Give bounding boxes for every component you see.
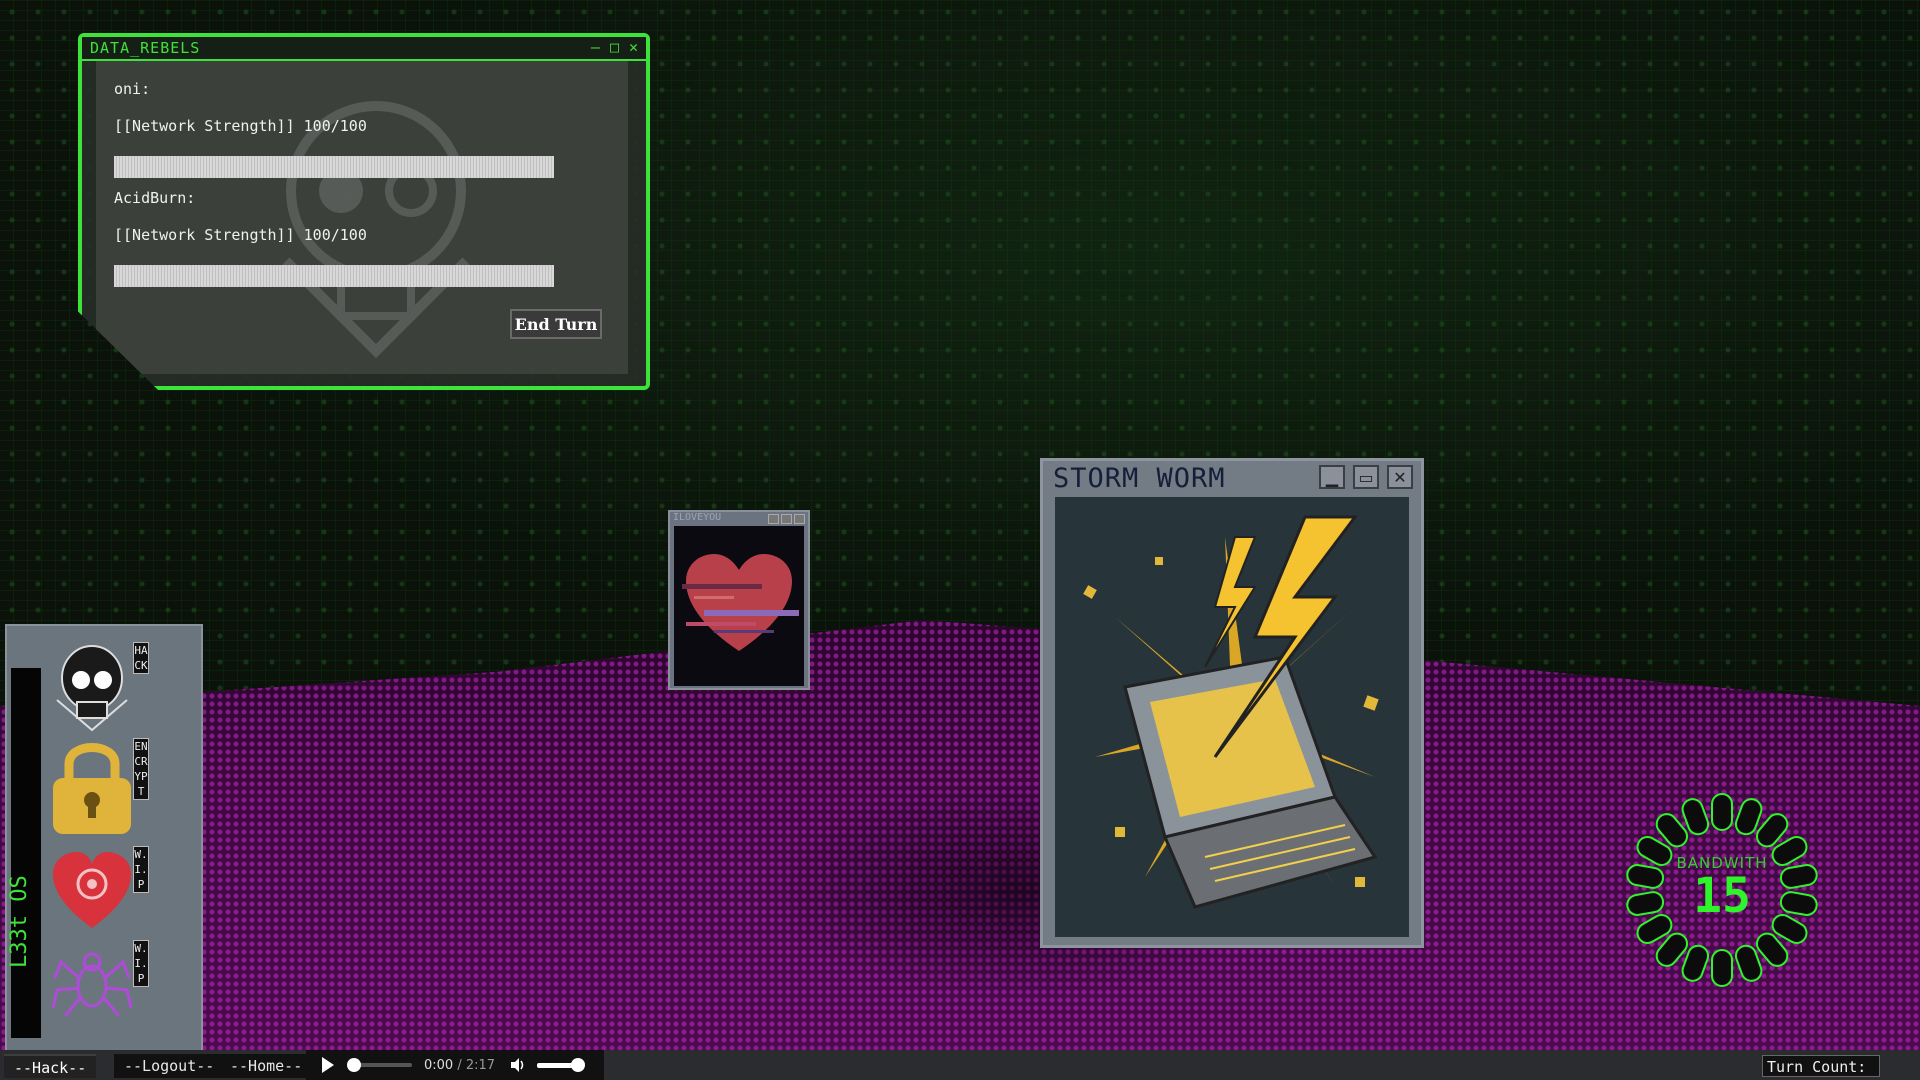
maximize-icon[interactable]: ▭ [1353, 465, 1379, 489]
card-storm-worm[interactable]: STORM WORM ▁ ▭ ✕ [1040, 458, 1424, 948]
bandwidth-segment [1711, 793, 1733, 831]
card-art [1055, 497, 1409, 937]
bandwidth-segment [1711, 949, 1733, 987]
exploding-laptop-lightning-icon [1055, 497, 1409, 937]
spider-icon [51, 952, 133, 1017]
ability-dock: L33t OS HACK ENCRYPT W.I.P W.I.P [5, 624, 203, 1052]
dock-label: HACK [133, 642, 149, 674]
volume-icon[interactable] [509, 1056, 527, 1074]
network-strength-fill [114, 156, 554, 178]
audio-time: 0:00 / 2:17 [424, 1058, 495, 1073]
player-name: oni: [114, 80, 151, 98]
panel-title: DATA_REBELS [90, 39, 201, 57]
nav-home-button[interactable]: --Home-- [220, 1054, 313, 1078]
end-turn-button[interactable]: End Turn [510, 309, 602, 339]
minimize-icon[interactable]: – [591, 38, 600, 56]
dock-item-wip-2[interactable]: W.I.P [43, 938, 197, 1030]
dock-item-hack[interactable]: HACK [43, 640, 197, 734]
padlock-icon [53, 743, 131, 834]
heart-eye-icon [53, 852, 131, 928]
nav-hack-button[interactable]: --Hack-- [4, 1054, 97, 1078]
dock-item-wip-1[interactable]: W.I.P [43, 844, 197, 936]
dock-label: W.I.P [133, 846, 149, 893]
network-strength-text: [[Network Strength]] 100/100 [114, 117, 367, 135]
audio-player: 0:00 / 2:17 [306, 1050, 604, 1080]
dock-label: ENCRYPT [133, 738, 149, 800]
network-strength-bar [114, 265, 554, 287]
close-icon[interactable]: ✕ [629, 38, 638, 56]
network-strength-bar [114, 156, 554, 178]
bottom-bar: --Hack-- --Logout-- --Home-- 0:00 / 2:17 [0, 1050, 1920, 1080]
bandwidth-value: 15 [1693, 868, 1751, 924]
glitched-heart-icon [682, 554, 799, 651]
skull-icon [56, 645, 128, 732]
total-time: 2:17 [465, 1057, 496, 1073]
dock-label: W.I.P [133, 940, 149, 987]
close-icon [794, 514, 805, 524]
player-name: AcidBurn: [114, 189, 196, 207]
card-iloveyou[interactable]: ILOVEYOU [668, 510, 810, 690]
player-status-panel: DATA_REBELS – □ ✕ oni: [[Network Strengt… [78, 33, 650, 390]
maximize-icon[interactable]: □ [610, 38, 619, 56]
network-strength-fill [114, 265, 554, 287]
seek-slider[interactable] [347, 1058, 412, 1072]
dock-item-encrypt[interactable]: ENCRYPT [43, 736, 197, 842]
play-icon[interactable] [322, 1057, 334, 1073]
minimize-icon [768, 514, 779, 524]
nav-logout-button[interactable]: --Logout-- [114, 1054, 225, 1078]
os-label: L33t OS [7, 875, 32, 968]
current-time: 0:00 [424, 1057, 454, 1073]
card-title: STORM WORM [1053, 463, 1226, 494]
card-title: ILOVEYOU [673, 512, 722, 523]
maximize-icon [781, 514, 792, 524]
turn-count: Turn Count: [1762, 1055, 1880, 1077]
os-label-box: L33t OS [7, 668, 41, 1038]
volume-slider[interactable] [537, 1057, 586, 1072]
bandwidth-gauge: BANDWITH 15 [1622, 790, 1822, 990]
minimize-icon[interactable]: ▁ [1319, 465, 1345, 489]
network-strength-text: [[Network Strength]] 100/100 [114, 226, 367, 244]
time-separator: / [453, 1057, 466, 1073]
turn-count-label: Turn Count: [1767, 1058, 1867, 1076]
close-icon[interactable]: ✕ [1387, 465, 1413, 489]
card-art [674, 526, 804, 686]
panel-titlebar: DATA_REBELS – □ ✕ [82, 37, 646, 61]
